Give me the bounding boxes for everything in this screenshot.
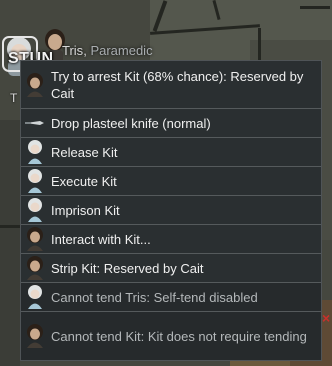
red-x-marker: × [322,310,331,326]
menu-item-strip[interactable]: Strip Kit: Reserved by Cait [21,254,321,283]
menu-item-drop-knife[interactable]: Drop plasteel knife (normal) [21,109,321,138]
pawn-name: Tris [62,43,84,58]
pawn-name-fragment: T [10,91,18,105]
menu-item-tend-tris-disabled[interactable]: Cannot tend Tris: Self-tend disabled [21,283,321,312]
menu-item-release[interactable]: Release Kit [21,138,321,167]
float-menu: Try to arrest Kit (68% chance): Reserved… [20,60,322,361]
menu-item-label: Imprison Kit [51,202,120,218]
knife-icon [21,109,49,137]
dark-pawn-icon [21,225,49,253]
menu-item-label: Execute Kit [51,173,117,189]
pale-pawn-icon [21,196,49,224]
rock-crack [300,6,330,9]
menu-item-label: Release Kit [51,144,118,160]
menu-item-label: Cannot tend Kit: Kit does not require te… [51,328,307,344]
pale-pawn-icon [21,167,49,195]
dark-pawn-icon [21,254,49,282]
menu-item-tend-kit-disabled[interactable]: Cannot tend Kit: Kit does not require te… [21,312,321,360]
pale-pawn-icon [21,283,49,311]
dark-pawn-icon [21,71,49,99]
ground-tile [0,120,20,366]
pale-pawn-icon [21,138,49,166]
menu-item-label: Strip Kit: Reserved by Cait [51,260,204,276]
menu-item-execute[interactable]: Execute Kit [21,167,321,196]
menu-item-label: Drop plasteel knife (normal) [51,115,211,131]
dark-pawn-icon [21,322,49,350]
menu-item-interact[interactable]: Interact with Kit... [21,225,321,254]
pawn-name-label[interactable]: Tris, Paramedic [62,43,153,58]
pawn-job: Paramedic [90,43,153,58]
menu-item-label: Cannot tend Tris: Self-tend disabled [51,289,258,305]
menu-item-label: Interact with Kit... [51,231,151,247]
menu-item-arrest[interactable]: Try to arrest Kit (68% chance): Reserved… [21,61,321,109]
menu-item-label: Try to arrest Kit (68% chance): Reserved… [51,68,304,101]
menu-item-imprison[interactable]: Imprison Kit [21,196,321,225]
rock-crack [0,225,20,228]
